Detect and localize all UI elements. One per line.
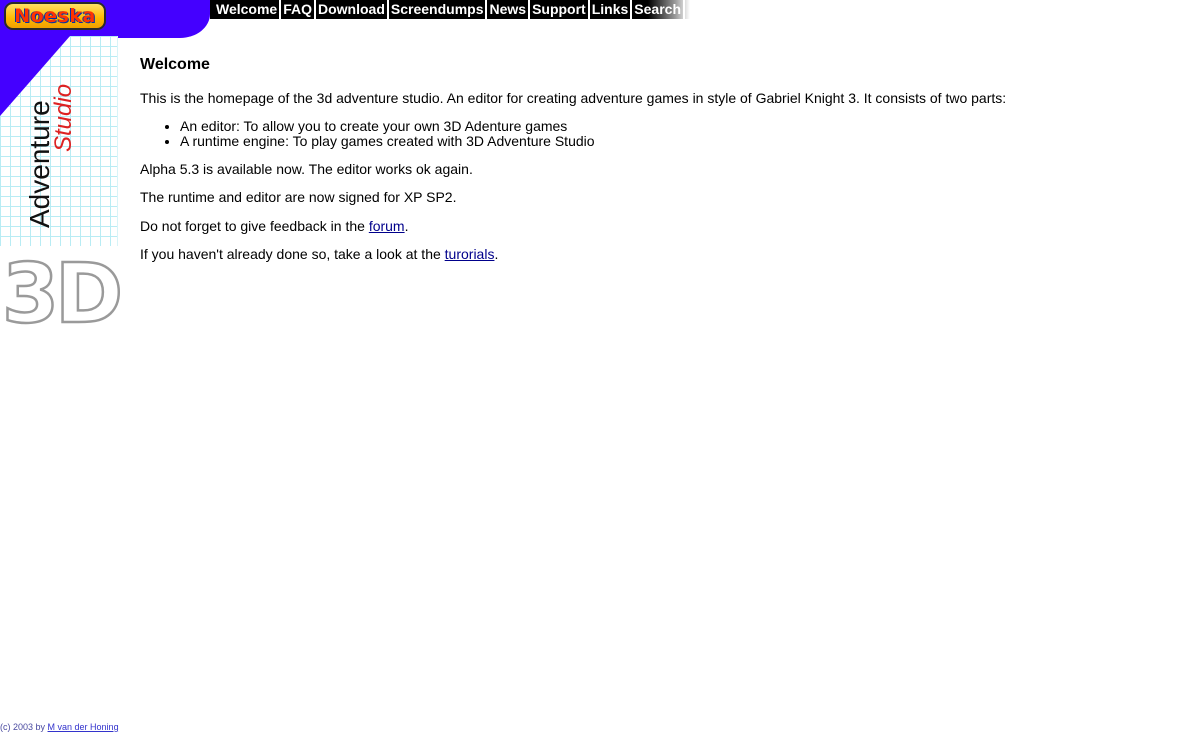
tutorial-prefix: If you haven't already done so, take a l…	[140, 246, 445, 262]
feedback-suffix: .	[404, 217, 409, 234]
main-content: Welcome This is the homepage of the 3d a…	[140, 55, 1180, 275]
list-item: A runtime engine: To play games created …	[180, 133, 1180, 149]
copyright-text: (c) 2003 by	[0, 722, 48, 732]
nav-download[interactable]: Download	[316, 0, 389, 19]
tutorial-suffix: .	[494, 246, 499, 262]
side-word-studio: Studio	[50, 84, 77, 152]
side-badge-3d: 3D	[2, 247, 119, 336]
signed-notice: The runtime and editor are now signed fo…	[140, 189, 457, 205]
nav-faq[interactable]: FAQ	[281, 0, 316, 19]
nav-search[interactable]: Search	[632, 0, 685, 19]
feedback-paragraph: Do not forget to give feedback in the fo…	[140, 218, 1180, 235]
list-item: An editor: To allow you to create your o…	[180, 118, 1180, 134]
nav-links[interactable]: Links	[590, 0, 633, 19]
forum-link[interactable]: forum	[369, 218, 405, 234]
feedback-prefix: Do not forget to give feedback in the	[140, 217, 369, 234]
page-title: Welcome	[140, 56, 210, 73]
author-link[interactable]: M van der Honing	[48, 722, 119, 732]
parts-list: An editor: To allow you to create your o…	[140, 118, 1180, 149]
nav-screendumps[interactable]: Screendumps	[389, 0, 488, 19]
nav-welcome[interactable]: Welcome	[214, 0, 282, 19]
nav-support[interactable]: Support	[530, 0, 590, 19]
nav-news[interactable]: News	[487, 0, 531, 19]
footer-copyright: (c) 2003 by M van der Honing	[0, 722, 119, 732]
alpha-notice: Alpha 5.3 is available now. The editor w…	[140, 160, 473, 177]
tutorials-link[interactable]: turorials	[445, 246, 495, 262]
intro-text: This is the homepage of the 3d adventure…	[140, 90, 1007, 106]
tutorial-paragraph: If you haven't already done so, take a l…	[140, 246, 1180, 263]
top-nav: Welcome FAQ Download Screendumps News Su…	[210, 0, 690, 19]
site-logo[interactable]: Noeska	[4, 2, 106, 30]
adventure-studio-3d-graphic: Adventure Studio 3D	[1, 84, 120, 336]
